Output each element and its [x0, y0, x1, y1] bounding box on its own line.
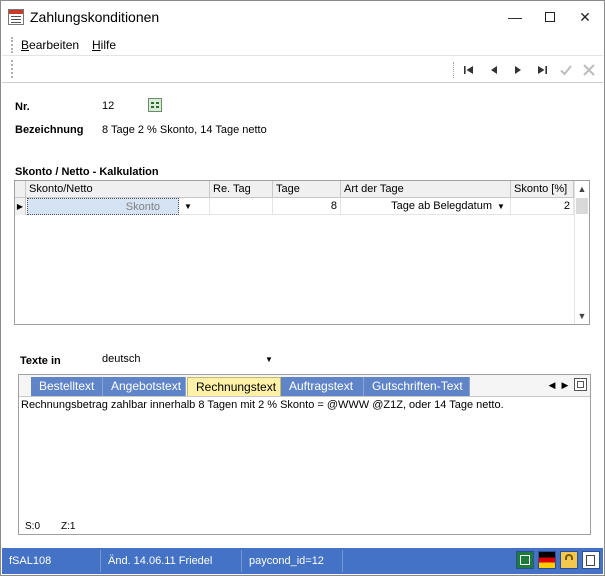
chevron-down-icon[interactable]: ▼: [263, 353, 275, 367]
row-pointer-icon: ▶: [15, 198, 26, 215]
last-record-icon: [538, 66, 547, 74]
app-icon: [8, 9, 24, 25]
cell-re-tag[interactable]: [210, 198, 273, 215]
calculator-icon[interactable]: [148, 98, 162, 112]
tab-rechnungstext[interactable]: Rechnungstext: [187, 377, 281, 396]
cancel-icon: [583, 64, 595, 76]
text-tab-panel: Bestelltext Angebotstext Rechnungstext A…: [18, 374, 591, 535]
bezeichnung-field[interactable]: 8 Tage 2 % Skonto, 14 Tage netto: [99, 121, 367, 139]
grid-vertical-scrollbar[interactable]: ▲ ▼: [574, 181, 589, 324]
editor-status-s: S:0: [25, 521, 41, 532]
tab-gutschriften-text[interactable]: Gutschriften-Text: [364, 377, 470, 396]
lock-icon[interactable]: [560, 551, 578, 569]
column-header-re-tag[interactable]: Re. Tag: [210, 181, 273, 198]
status-form-id: fSAL108: [3, 550, 101, 572]
cell-tage[interactable]: 8: [273, 198, 341, 215]
menu-help-label: ilfe: [100, 38, 117, 52]
tab-list-icon[interactable]: [574, 378, 587, 391]
previous-record-icon: [491, 66, 497, 74]
status-icons: [514, 551, 602, 571]
status-record: paycond_id=12: [243, 550, 343, 572]
next-record-icon: [515, 66, 521, 74]
status-changed: Änd. 14.06.11 Friedel: [102, 550, 242, 572]
toolbar: [2, 56, 603, 83]
menu-bar: Bearbeiten Hilfe: [2, 34, 603, 56]
table-row[interactable]: ▶ Skonto ▼ 8 Tage ab Belegdatum ▼ 2: [15, 198, 574, 215]
column-header-skonto-pct[interactable]: Skonto [%]: [511, 181, 574, 198]
menu-help[interactable]: Hilfe: [92, 38, 116, 52]
maximize-button[interactable]: [537, 7, 563, 27]
window: Zahlungskonditionen — ✕ Bearbeiten Hilfe: [0, 0, 605, 576]
cell-skonto-pct[interactable]: 2: [511, 198, 574, 215]
tab-bestelltext[interactable]: Bestelltext: [31, 377, 103, 396]
nr-label: Nr.: [15, 101, 30, 113]
tab-auftragstext[interactable]: Auftragstext: [281, 377, 364, 396]
last-record-button[interactable]: [534, 62, 550, 78]
menu-edit-label: earbeiten: [29, 38, 80, 52]
next-record-button[interactable]: [510, 62, 526, 78]
text-editor[interactable]: Rechnungsbetrag zahlbar innerhalb 8 Tage…: [19, 396, 590, 516]
maximize-icon: [545, 12, 555, 22]
first-record-icon: [464, 66, 473, 74]
minimize-button[interactable]: —: [502, 7, 528, 27]
menu-help-accel: H: [92, 38, 101, 52]
confirm-icon: [560, 65, 572, 76]
tab-scroll-left-icon[interactable]: ◀: [547, 379, 557, 391]
german-flag-icon[interactable]: [538, 551, 556, 569]
excel-export-icon[interactable]: [516, 551, 534, 569]
column-header-skonto-netto[interactable]: Skonto/Netto: [26, 181, 210, 198]
confirm-button[interactable]: [558, 62, 574, 78]
status-bar: fSAL108 Änd. 14.06.11 Friedel paycond_id…: [2, 548, 603, 574]
toolbar-separator: [453, 62, 454, 78]
grid-header: Skonto/Netto Re. Tag Tage Art der Tage S…: [15, 181, 574, 198]
skonto-netto-dropdown-icon[interactable]: ▼: [181, 199, 195, 214]
menu-edit-accel: B: [21, 38, 30, 52]
cell-skonto-netto[interactable]: Skonto: [27, 198, 179, 215]
toolbar-grip: [11, 60, 13, 78]
window-title: Zahlungskonditionen: [30, 9, 160, 25]
texte-in-label: Texte in: [20, 355, 61, 367]
art-der-tage-dropdown-icon[interactable]: ▼: [494, 199, 508, 214]
nr-field[interactable]: 12: [99, 97, 145, 115]
cell-spacer: [196, 198, 210, 215]
close-button[interactable]: ✕: [572, 7, 598, 27]
tab-angebotstext[interactable]: Angebotstext: [103, 377, 186, 396]
tab-scroll-right-icon[interactable]: ▶: [560, 379, 570, 391]
column-header-art-der-tage[interactable]: Art der Tage: [341, 181, 511, 198]
editor-status-z: Z:1: [61, 521, 76, 532]
scroll-up-icon[interactable]: ▲: [575, 182, 589, 196]
grid-corner: [15, 181, 26, 198]
grid-section-title: Skonto / Netto - Kalkulation: [15, 166, 159, 178]
tab-strip: Bestelltext Angebotstext Rechnungstext A…: [19, 375, 590, 396]
column-header-tage[interactable]: Tage: [273, 181, 341, 198]
document-icon[interactable]: [582, 551, 600, 569]
cancel-button[interactable]: [581, 62, 597, 78]
scroll-thumb[interactable]: [576, 198, 588, 214]
cell-art-der-tage[interactable]: Tage ab Belegdatum: [341, 198, 511, 215]
bezeichnung-label: Bezeichnung: [15, 124, 84, 136]
scroll-down-icon[interactable]: ▼: [575, 309, 589, 323]
first-record-button[interactable]: [461, 62, 477, 78]
title-bar[interactable]: Zahlungskonditionen — ✕: [1, 1, 604, 34]
menu-grip: [11, 37, 13, 53]
menu-edit[interactable]: Bearbeiten: [21, 38, 79, 52]
calculation-grid: Skonto/Netto Re. Tag Tage Art der Tage S…: [14, 180, 590, 325]
language-select-value: deutsch: [102, 353, 141, 365]
language-select[interactable]: deutsch ▼: [99, 351, 277, 369]
previous-record-button[interactable]: [486, 62, 502, 78]
